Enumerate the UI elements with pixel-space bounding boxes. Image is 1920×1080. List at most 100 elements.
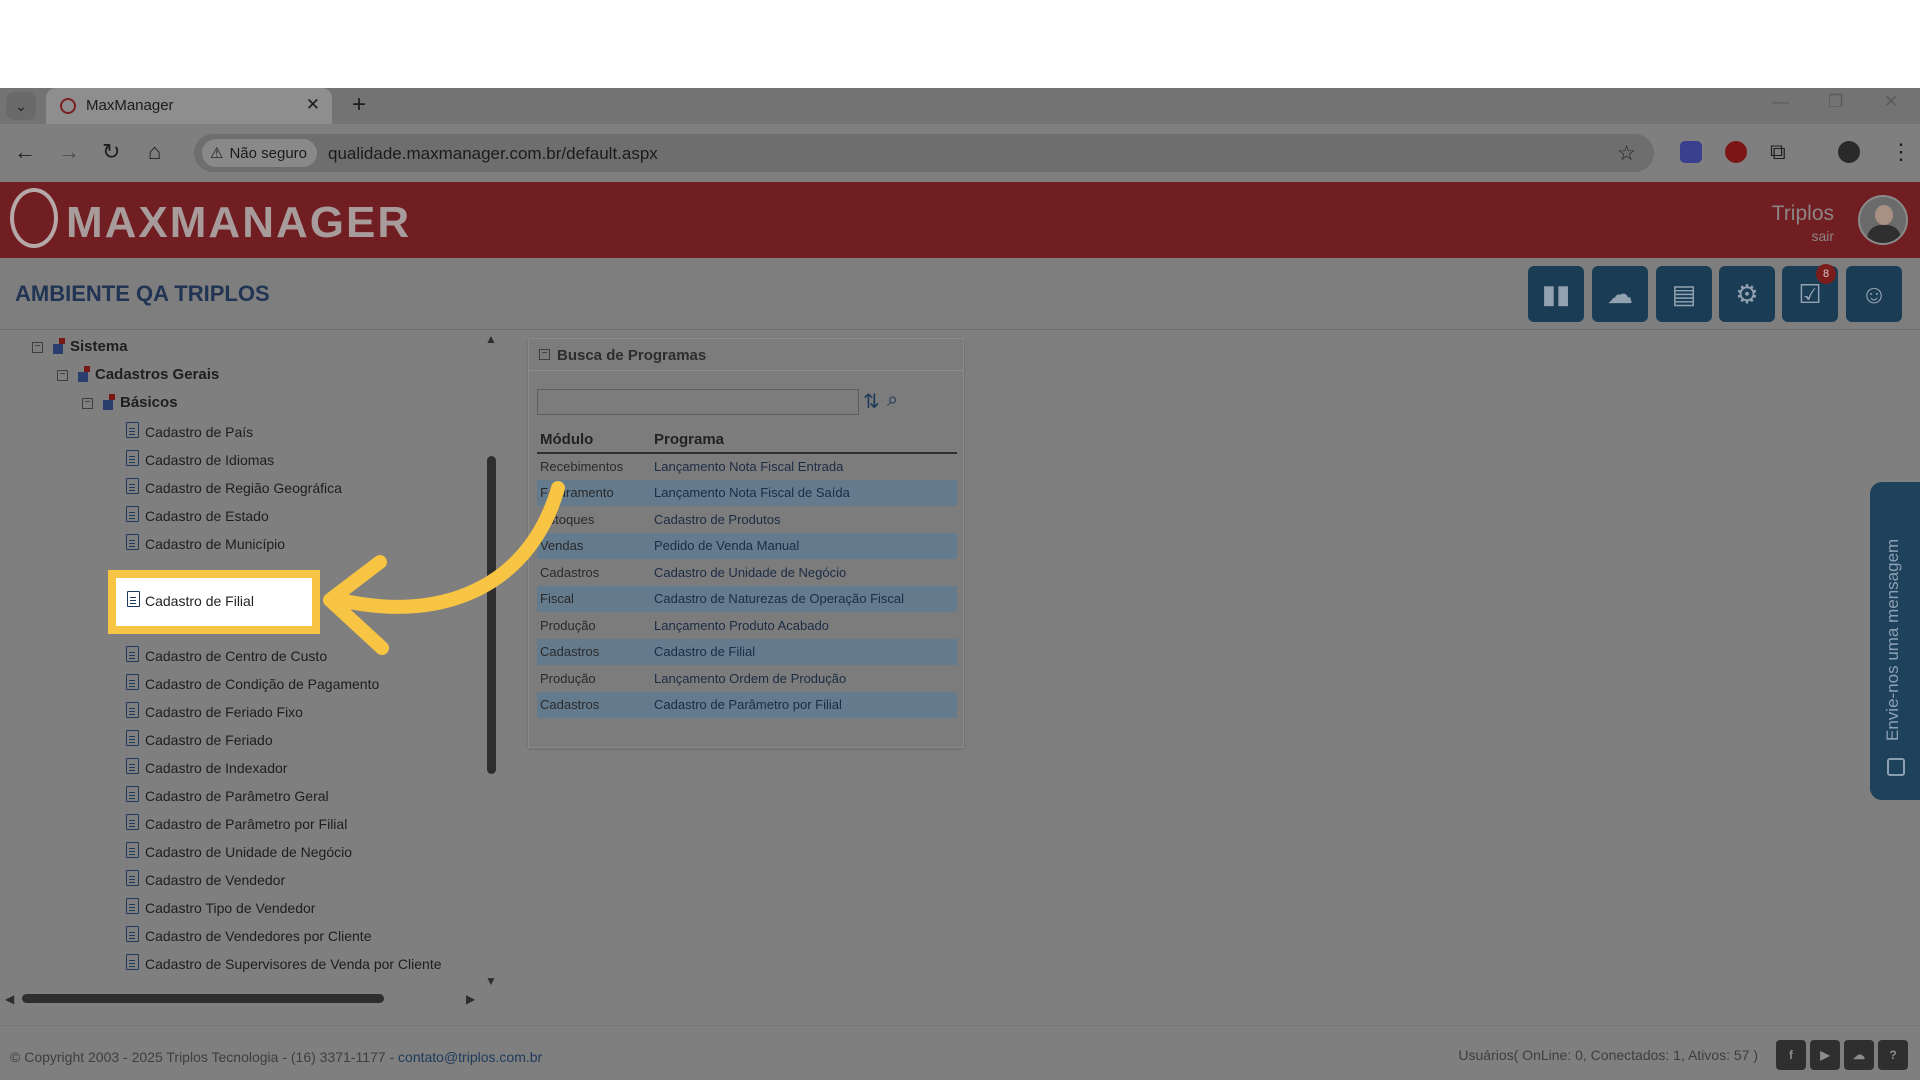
collapse-toggle-icon[interactable]: − [57, 370, 68, 381]
tree-item[interactable]: Cadastro de Feriado Fixo [145, 704, 303, 720]
bookmark-star-icon[interactable]: ☆ [1617, 141, 1636, 166]
horizontal-scrollbar-thumb[interactable] [22, 994, 384, 1003]
programa-cell[interactable]: Cadastro de Naturezas de Operação Fiscal [651, 585, 957, 612]
scroll-down-arrow-icon[interactable]: ▼ [485, 974, 497, 988]
document-icon [126, 646, 139, 662]
programa-cell[interactable]: Cadastro de Unidade de Negócio [651, 559, 957, 586]
logout-link[interactable]: sair [1811, 228, 1834, 244]
url-text[interactable]: qualidade.maxmanager.com.br/default.aspx [328, 144, 658, 164]
panel-header: − Busca de Programas [529, 339, 963, 371]
close-tab-icon[interactable]: ✕ [306, 95, 320, 115]
table-row[interactable]: Cadastros Cadastro de Parâmetro por Filia… [537, 691, 957, 718]
table-row[interactable]: Vendas Pedido de Venda Manual [537, 532, 957, 559]
document-icon [126, 758, 139, 774]
programa-cell[interactable]: Cadastro de Filial [651, 638, 957, 665]
forward-icon[interactable]: → [58, 140, 80, 164]
restore-icon[interactable]: ❐ [1828, 92, 1843, 112]
api-cloud-button[interactable]: ☁ [1592, 266, 1648, 322]
folder-node-accent-icon [84, 366, 90, 372]
tree-item[interactable]: Cadastro de Supervisores de Venda por Cl… [145, 956, 442, 972]
table-row[interactable]: Estoques Cadastro de Produtos [537, 506, 957, 533]
programa-cell[interactable]: Lançamento Ordem de Produção [651, 665, 957, 692]
tree-item[interactable]: Cadastro de Parâmetro por Filial [145, 816, 347, 832]
refresh-icon[interactable]: ⇅ [863, 389, 880, 414]
tree-item[interactable]: Cadastro de Vendedores por Cliente [145, 928, 371, 944]
table-row[interactable]: Recebimentos Lançamento Nota Fiscal Entra… [537, 453, 957, 480]
tree-item[interactable]: Cadastro de Idiomas [145, 452, 274, 468]
tree-node-sistema[interactable]: Sistema [70, 338, 128, 355]
collapse-panel-icon[interactable]: − [539, 349, 550, 360]
scroll-right-arrow-icon[interactable]: ▶ [466, 992, 475, 1006]
extension-icon[interactable] [1680, 141, 1702, 163]
profile-icon[interactable] [1838, 141, 1860, 163]
tree-item[interactable]: Cadastro de Parâmetro Geral [145, 788, 329, 804]
scroll-left-arrow-icon[interactable]: ◀ [5, 992, 14, 1006]
support-agent-button[interactable]: ☺ [1846, 266, 1902, 322]
table-row[interactable]: Fiscal Cadastro de Naturezas de Operação … [537, 585, 957, 612]
extension-icon[interactable] [1725, 141, 1747, 163]
table-row[interactable]: Cadastros Cadastro de Unidade de Negócio [537, 559, 957, 586]
tree-item[interactable]: Cadastro de Estado [145, 508, 269, 524]
search-icon[interactable]: ⌕ [887, 389, 898, 412]
tree-item[interactable]: Cadastro de Condição de Pagamento [145, 676, 379, 692]
browser-tab[interactable]: MaxManager ✕ [46, 88, 332, 124]
document-icon [126, 478, 139, 494]
collapse-toggle-icon[interactable]: − [32, 342, 43, 353]
reports-chart-button[interactable]: ▮▮ [1528, 266, 1584, 322]
table-row[interactable]: Produção Lançamento Ordem de Produção [537, 665, 957, 692]
close-window-icon[interactable]: ✕ [1884, 92, 1898, 112]
highlighted-tree-item[interactable]: Cadastro de Filial [145, 593, 254, 609]
tree-node-basicos[interactable]: Básicos [120, 394, 178, 411]
page-title: AMBIENTE QA TRIPLOS [15, 281, 270, 306]
programa-cell[interactable]: Cadastro de Produtos [651, 506, 957, 533]
document-icon [126, 506, 139, 522]
scroll-up-arrow-icon[interactable]: ▲ [485, 332, 497, 346]
table-row[interactable]: Cadastros Cadastro de Filial [537, 638, 957, 665]
programa-cell[interactable]: Cadastro de Parâmetro por Filial [651, 691, 957, 718]
tree-item[interactable]: Cadastro de Vendedor [145, 872, 285, 888]
security-indicator[interactable]: ⚠ Não seguro [202, 139, 318, 167]
tree-item[interactable]: Cadastro de Indexador [145, 760, 287, 776]
help-icon[interactable]: ? [1878, 1040, 1908, 1070]
user-name: Triplos [1771, 202, 1834, 225]
cloud-icon[interactable]: ☁ [1844, 1040, 1874, 1070]
youtube-icon[interactable]: ▶ [1810, 1040, 1840, 1070]
avatar[interactable] [1858, 195, 1908, 245]
new-tab-icon[interactable]: + [352, 91, 366, 119]
programa-cell[interactable]: Lançamento Nota Fiscal Entrada [651, 453, 957, 480]
extensions-puzzle-icon[interactable]: ⧉ [1770, 140, 1786, 164]
tab-search-chevron-icon[interactable]: ⌄ [6, 92, 36, 120]
chat-tab-label[interactable]: Envie-nos uma mensagem [1883, 520, 1911, 760]
settings-button[interactable]: ⚙ [1719, 266, 1775, 322]
home-icon[interactable]: ⌂ [148, 140, 161, 164]
programa-cell[interactable]: Pedido de Venda Manual [651, 532, 957, 559]
document-icon [126, 926, 139, 942]
document-icon [126, 674, 139, 690]
reload-icon[interactable]: ↻ [102, 140, 120, 164]
table-row[interactable]: Faturamento Lançamento Nota Fiscal de Saí… [537, 479, 957, 506]
table-row[interactable]: Produção Lançamento Produto Acabado [537, 612, 957, 639]
programa-cell[interactable]: Lançamento Nota Fiscal de Saída [651, 479, 957, 506]
tree-item[interactable]: Cadastro de Município [145, 536, 285, 552]
facebook-icon[interactable]: f [1776, 1040, 1806, 1070]
programa-cell[interactable]: Lançamento Produto Acabado [651, 612, 957, 639]
document-icon [126, 898, 139, 914]
tree-item[interactable]: Cadastro de Unidade de Negócio [145, 844, 352, 860]
documents-button[interactable]: ▤ [1656, 266, 1712, 322]
contact-email-link[interactable]: contato@triplos.com.br [398, 1049, 542, 1065]
program-search-input[interactable] [537, 389, 859, 415]
document-icon [126, 422, 139, 438]
address-bar[interactable]: ⚠ Não seguro qualidade.maxmanager.com.br… [194, 134, 1654, 172]
minimize-icon[interactable]: — [1772, 92, 1789, 112]
back-icon[interactable]: ← [14, 140, 36, 164]
users-status: Usuários( OnLine: 0, Conectados: 1, Ativ… [1458, 1047, 1758, 1063]
column-header-modulo: Módulo [537, 427, 651, 454]
tree-item[interactable]: Cadastro de País [145, 424, 253, 440]
chat-expand-icon[interactable] [1887, 758, 1905, 776]
collapse-toggle-icon[interactable]: − [82, 398, 93, 409]
tree-item[interactable]: Cadastro Tipo de Vendedor [145, 900, 315, 916]
more-menu-icon[interactable]: ⋮ [1890, 140, 1912, 164]
favicon-icon [60, 98, 76, 114]
tree-node-cadastros-gerais[interactable]: Cadastros Gerais [95, 366, 219, 383]
tree-item[interactable]: Cadastro de Feriado [145, 732, 273, 748]
